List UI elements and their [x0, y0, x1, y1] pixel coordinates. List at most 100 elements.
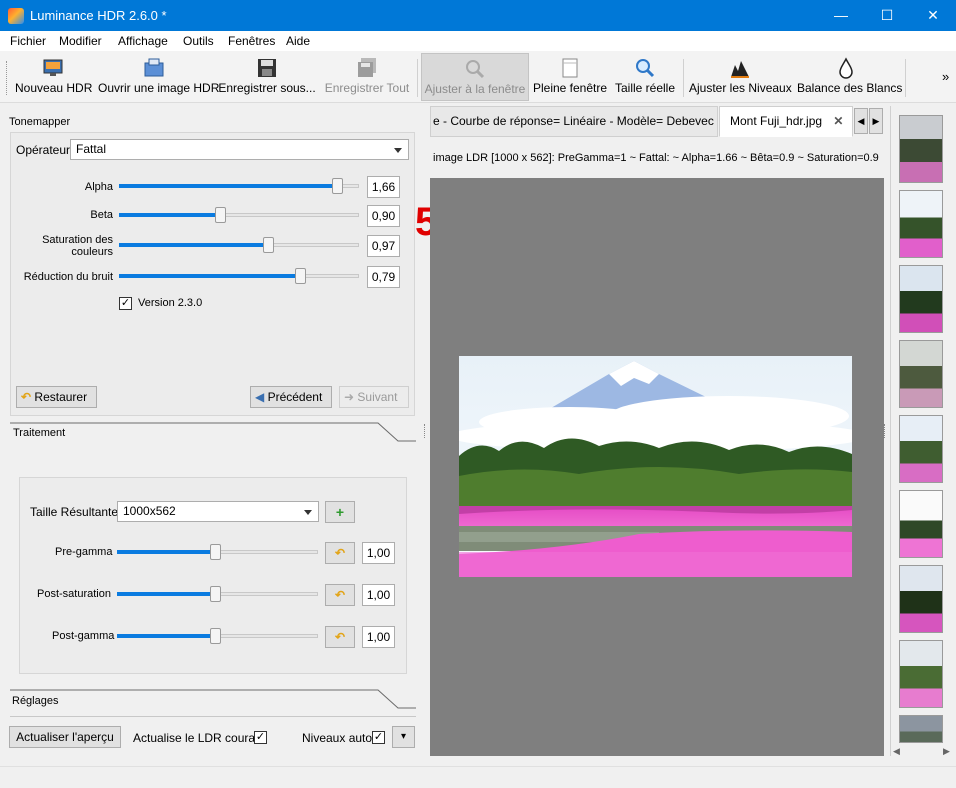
- reset-pre-gamma-button[interactable]: ↶: [325, 542, 355, 564]
- saturation-value-field[interactable]: 0,97: [367, 235, 400, 257]
- fit-window-button[interactable]: Ajuster à la fenêtre: [421, 53, 529, 101]
- mount-fuji-image: [459, 356, 852, 577]
- menu-outils[interactable]: Outils: [183, 34, 214, 48]
- thumbnail-preview[interactable]: [899, 265, 943, 333]
- undo-icon: ↶: [334, 546, 346, 560]
- operator-label: Opérateur: [16, 143, 71, 157]
- auto-levels-checkbox[interactable]: ✓: [372, 731, 385, 744]
- undo-icon: ↶: [334, 588, 346, 602]
- save-all-button[interactable]: Enregistrer Tout: [323, 53, 411, 101]
- tab-mont-fuji[interactable]: Mont Fuji_hdr.jpg ✕: [719, 106, 853, 137]
- levels-menu-button[interactable]: ▾: [392, 726, 415, 748]
- tab-scroll-right-button[interactable]: ▶: [869, 108, 883, 134]
- luminance-app-icon: [8, 8, 24, 24]
- thumbnail-preview[interactable]: [899, 190, 943, 258]
- previous-button[interactable]: ◀ Précédent: [250, 386, 332, 408]
- slider-handle[interactable]: [295, 268, 306, 284]
- update-preview-button[interactable]: Actualiser l'aperçu: [9, 726, 121, 748]
- thumbs-scroll-left-icon[interactable]: ◀: [893, 746, 900, 757]
- pre-gamma-value-field[interactable]: 1,00: [362, 542, 395, 564]
- save-as-button[interactable]: Enregistrer sous...: [218, 53, 316, 101]
- update-ldr-label: Actualise le LDR courant: [133, 731, 266, 745]
- chevron-down-icon: ▾: [400, 731, 407, 742]
- menu-fichier[interactable]: Fichier: [10, 34, 46, 48]
- post-saturation-slider[interactable]: [117, 586, 318, 602]
- thumbnail-preview[interactable]: [899, 115, 943, 183]
- alpha-value-field[interactable]: 1,66: [367, 176, 400, 198]
- maximize-icon[interactable]: ☐: [864, 0, 910, 31]
- open-hdr-button[interactable]: Ouvrir une image HDR: [98, 53, 219, 101]
- post-gamma-value-field[interactable]: 1,00: [362, 626, 395, 648]
- operator-combobox[interactable]: Fattal: [70, 139, 409, 160]
- settings-title[interactable]: Réglages: [12, 695, 58, 707]
- thumbnail-preview[interactable]: [899, 415, 943, 483]
- thumbnail-preview[interactable]: [899, 715, 943, 743]
- toolbar-overflow-icon[interactable]: »: [942, 69, 949, 84]
- version-checkbox[interactable]: ✓: [119, 297, 132, 310]
- reset-post-saturation-button[interactable]: ↶: [325, 584, 355, 606]
- beta-slider[interactable]: [119, 207, 359, 223]
- menu-modifier[interactable]: Modifier: [59, 34, 102, 48]
- image-info-text: image LDR [1000 x 562]: PreGamma=1 ~ Fat…: [433, 152, 879, 164]
- toolbar-separator: [905, 59, 906, 97]
- splitter-handle[interactable]: [884, 424, 887, 438]
- post-gamma-label: Post-gamma: [52, 630, 115, 642]
- toolbar-separator: [417, 59, 418, 97]
- slider-handle[interactable]: [210, 544, 221, 560]
- toolbar: Nouveau HDR Ouvrir une image HDR Enregis…: [0, 51, 956, 103]
- thumbs-scroll-right-icon[interactable]: ▶: [943, 746, 950, 757]
- slider-handle[interactable]: [210, 628, 221, 644]
- image-viewer[interactable]: [430, 178, 884, 756]
- menu-fenetres[interactable]: Fenêtres: [228, 34, 275, 48]
- menu-affichage[interactable]: Affichage: [118, 34, 168, 48]
- close-icon[interactable]: ✕: [910, 0, 956, 31]
- tonemapper-title: Tonemapper: [9, 116, 71, 128]
- splitter-handle[interactable]: [424, 424, 427, 438]
- post-saturation-label: Post-saturation: [37, 588, 111, 600]
- white-balance-button[interactable]: Balance des Blancs: [797, 53, 902, 101]
- beta-value-field[interactable]: 0,90: [367, 205, 400, 227]
- actual-size-button[interactable]: Taille réelle: [613, 53, 677, 101]
- tab-hdr-document[interactable]: e - Courbe de réponse= Linéaire - Modèle…: [430, 106, 718, 137]
- document-tabbar: e - Courbe de réponse= Linéaire - Modèle…: [430, 106, 884, 137]
- post-gamma-slider[interactable]: [117, 628, 318, 644]
- slider-handle[interactable]: [332, 178, 343, 194]
- slider-handle[interactable]: [210, 586, 221, 602]
- processing-title[interactable]: Traitement: [13, 427, 65, 439]
- version-label: Version 2.3.0: [138, 297, 203, 309]
- thumbnail-preview[interactable]: [899, 640, 943, 708]
- slider-handle[interactable]: [215, 207, 226, 223]
- thumbnail-preview[interactable]: [899, 565, 943, 633]
- levels-icon: [731, 61, 749, 78]
- undo-icon: ↶: [334, 630, 346, 644]
- update-ldr-checkbox[interactable]: ✓: [254, 731, 267, 744]
- noise-reduction-label: Réduction du bruit: [23, 271, 113, 283]
- adjust-levels-button[interactable]: Ajuster les Niveaux: [689, 53, 792, 101]
- tab-scroll-left-button[interactable]: ◀: [854, 108, 868, 134]
- thumbnail-preview[interactable]: [899, 340, 943, 408]
- minimize-icon[interactable]: —: [818, 0, 864, 31]
- reset-post-gamma-button[interactable]: ↶: [325, 626, 355, 648]
- zoom-fit-icon: [466, 60, 485, 79]
- add-size-button[interactable]: +: [325, 501, 355, 523]
- post-saturation-value-field[interactable]: 1,00: [362, 584, 395, 606]
- toolbar-grip[interactable]: [6, 61, 8, 95]
- next-button[interactable]: ➜ Suivant: [339, 386, 409, 408]
- thumbnail-preview[interactable]: [899, 490, 943, 558]
- noise-reduction-slider[interactable]: [119, 268, 359, 284]
- slider-handle[interactable]: [263, 237, 274, 253]
- close-tab-icon[interactable]: ✕: [833, 114, 843, 128]
- result-size-combobox[interactable]: 1000x562: [117, 501, 319, 522]
- noise-reduction-value-field[interactable]: 0,79: [367, 266, 400, 288]
- result-size-value: 1000x562: [123, 504, 176, 518]
- chevron-down-icon: [394, 148, 402, 153]
- new-hdr-button[interactable]: Nouveau HDR: [15, 53, 92, 101]
- restore-button[interactable]: ↶ Restaurer: [16, 386, 97, 408]
- status-bar: [0, 766, 956, 788]
- saturation-slider[interactable]: [119, 237, 359, 253]
- save-icon: [258, 59, 276, 77]
- full-window-button[interactable]: Pleine fenêtre: [532, 53, 608, 101]
- alpha-slider[interactable]: [119, 178, 359, 194]
- menu-aide[interactable]: Aide: [286, 34, 310, 48]
- pre-gamma-slider[interactable]: [117, 544, 318, 560]
